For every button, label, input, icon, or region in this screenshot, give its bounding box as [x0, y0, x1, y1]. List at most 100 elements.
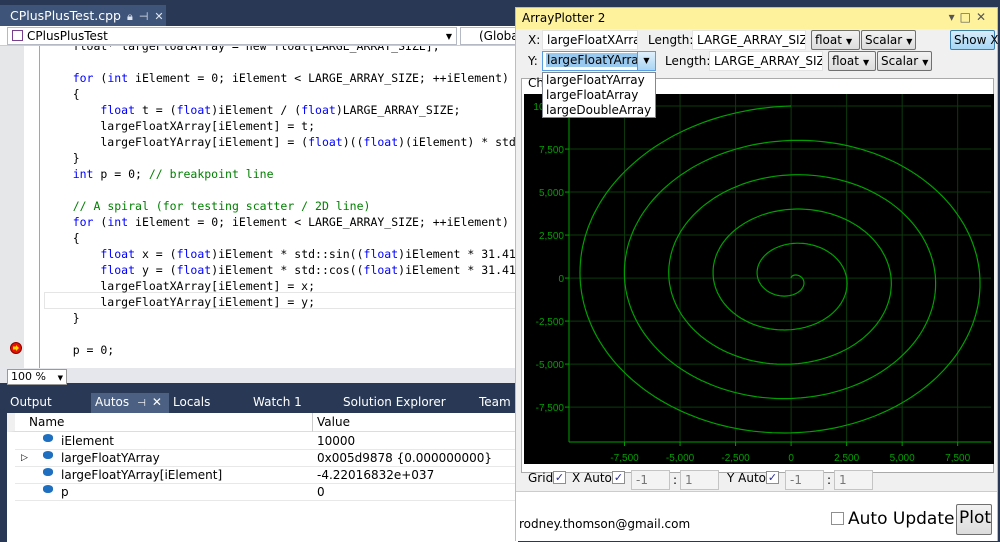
tab-label: Output [10, 395, 52, 409]
show-x-button[interactable]: Show X [950, 30, 999, 50]
code-token: } [45, 151, 80, 165]
window-title: ArrayPlotter 2 [522, 11, 606, 25]
option-largedoublearray[interactable]: largeDoubleArray [543, 103, 655, 118]
y-mode-value: Scalar [881, 54, 919, 68]
y-expression-combobox[interactable]: largeFloatYArray ▼ [542, 51, 656, 71]
variable-name: largeFloatYArray[iElement] [61, 468, 223, 482]
variable-value[interactable]: -4.22016832e+037 [317, 468, 434, 482]
x-tick-label: -7,500 [610, 453, 639, 464]
tab-solution-explorer[interactable]: Solution Explorer [343, 393, 446, 413]
array-plotter-window: ArrayPlotter 2 ▾□✕ X: largeFloatXArray Le… [515, 7, 998, 541]
option-largefloatyarray[interactable]: largeFloatYArray [543, 73, 655, 88]
option-largefloatarray[interactable]: largeFloatArray [543, 88, 655, 103]
plot-button[interactable]: Plot [956, 504, 992, 535]
header-label: Value [317, 415, 350, 429]
code-token: largeFloatXArray[iElement] = x; [45, 279, 316, 293]
pin-icon[interactable]: ⊣ [139, 10, 149, 23]
code-token: int [72, 167, 94, 181]
code-line: largeFloatXArray[iElement] = t; [45, 118, 315, 134]
close-icon[interactable]: ✕ [976, 10, 991, 24]
x-tick-label: -5,000 [666, 453, 695, 464]
y-expression-options: largeFloatYArray largeFloatArray largeDo… [542, 72, 656, 118]
code-token: float [308, 135, 343, 149]
chevron-down-icon: ▼ [57, 374, 63, 382]
tab-label: Locals [173, 395, 211, 409]
code-token: float [363, 135, 399, 149]
close-icon[interactable]: ✕ [152, 395, 162, 409]
auto-update-checkbox[interactable] [831, 512, 844, 525]
x-tick-label: 5,000 [890, 453, 915, 464]
code-token: { [45, 231, 80, 245]
x-tick-label: 2,500 [834, 453, 859, 464]
autos-row[interactable]: ▷ largeFloatYArray 0x005d9878 {0.000000000… [15, 450, 518, 467]
check-icon: ✓ [613, 471, 624, 484]
tab-autos[interactable]: Autos ⊣ ✕ [91, 393, 169, 413]
y-auto-checkbox[interactable]: ✓ [766, 471, 779, 484]
maximize-icon[interactable]: □ [960, 10, 976, 24]
code-editor[interactable]: float* largeFloatArray = new float[LARGE… [0, 46, 518, 368]
variable-value[interactable]: 0x005d9878 {0.000000000} [317, 451, 492, 465]
column-header-name[interactable]: Name [7, 413, 313, 432]
x-auto-checkbox[interactable]: ✓ [612, 471, 625, 484]
tab-output[interactable]: Output [10, 393, 52, 413]
window-title-bar[interactable]: ArrayPlotter 2 ▾□✕ [516, 8, 997, 29]
scope-dropdown[interactable]: CPlusPlusTest ▼ [7, 27, 457, 45]
y-label: Y: [528, 54, 538, 68]
grid-checkbox[interactable]: ✓ [553, 471, 566, 484]
pin-icon[interactable]: ⊣ [137, 398, 146, 409]
x-type-value: float [815, 33, 842, 47]
y-type-dropdown[interactable]: float ▼ [828, 51, 876, 71]
y-max-input[interactable]: 1 [834, 470, 873, 490]
dropdown-icon[interactable]: ▾ [949, 10, 960, 24]
y-range-separator: : [827, 473, 832, 487]
x-min-input[interactable]: -1 [631, 470, 670, 490]
document-tab-label: CPlusPlusTest.cpp [10, 8, 121, 23]
lock-icon: 🔒︎ [126, 10, 133, 23]
tab-watch-1[interactable]: Watch 1 [253, 393, 302, 413]
spiral-chart: -7,500 -5,000 -2,500 0 2,500 5,000 7,500 -7,500… [524, 94, 994, 464]
tab-locals[interactable]: Locals [173, 393, 210, 413]
autos-row[interactable]: iElement 10000 [15, 433, 518, 450]
y-type-value: float [832, 54, 859, 68]
editor-gutter[interactable] [0, 46, 24, 368]
document-tab[interactable]: CPlusPlusTest.cpp 🔒︎ ⊣ ✕ [0, 5, 166, 26]
y-min-input[interactable]: -1 [785, 470, 824, 490]
x-expression-input[interactable]: largeFloatXArray [542, 30, 638, 50]
x-type-dropdown[interactable]: float ▼ [811, 30, 860, 50]
autos-row[interactable]: p0 [15, 484, 518, 501]
y-tick-label: 2,500 [539, 231, 564, 242]
header-label: Name [29, 415, 65, 429]
x-range-separator: : [673, 473, 678, 487]
zoom-dropdown[interactable]: 100 % ▼ [7, 369, 67, 385]
y-mode-dropdown[interactable]: Scalar ▼ [877, 51, 932, 71]
x-length-label: Length: [648, 33, 694, 47]
code-token: float [100, 247, 136, 261]
expand-icon[interactable]: ▷ [21, 453, 28, 463]
code-token: )iElement * std::cos(( [211, 263, 364, 277]
member-dropdown[interactable]: (Global [460, 27, 520, 45]
x-label: X: [528, 33, 541, 47]
y-min-value: -1 [790, 473, 802, 487]
auto-update-label: Auto Update [848, 509, 955, 529]
y-auto-label: Y Auto [727, 471, 767, 485]
y-length-input[interactable]: LARGE_ARRAY_SIZE [709, 51, 823, 71]
close-icon[interactable]: ✕ [154, 10, 163, 23]
code-token: iElement = 0; iElement < LARGE_ARRAY_SIZ… [128, 71, 509, 85]
code-line: // A spiral (for testing scatter / 2D li… [45, 198, 371, 214]
variable-icon [43, 434, 53, 442]
autos-row[interactable]: largeFloatYArray[iElement] -4.22016832e+0… [15, 467, 518, 484]
breakpoint-arrow-icon[interactable] [10, 342, 22, 354]
x-length-input[interactable]: LARGE_ARRAY_SIZE [692, 30, 806, 50]
column-header-value[interactable]: Value [313, 413, 518, 432]
x-mode-dropdown[interactable]: Scalar ▼ [861, 30, 916, 50]
show-x-label: Show X [954, 33, 999, 47]
x-max-input[interactable]: 1 [680, 470, 719, 490]
variable-value[interactable]: 10000 [317, 434, 355, 448]
chevron-down-icon[interactable]: ▼ [637, 52, 655, 70]
plot-label: Plot [959, 508, 992, 528]
chevron-down-icon: ▼ [845, 37, 853, 46]
code-token: )LARGE_ARRAY_SIZE; [335, 103, 461, 117]
variable-value[interactable]: 0 [317, 485, 325, 499]
code-token: p = 0; [45, 343, 115, 357]
